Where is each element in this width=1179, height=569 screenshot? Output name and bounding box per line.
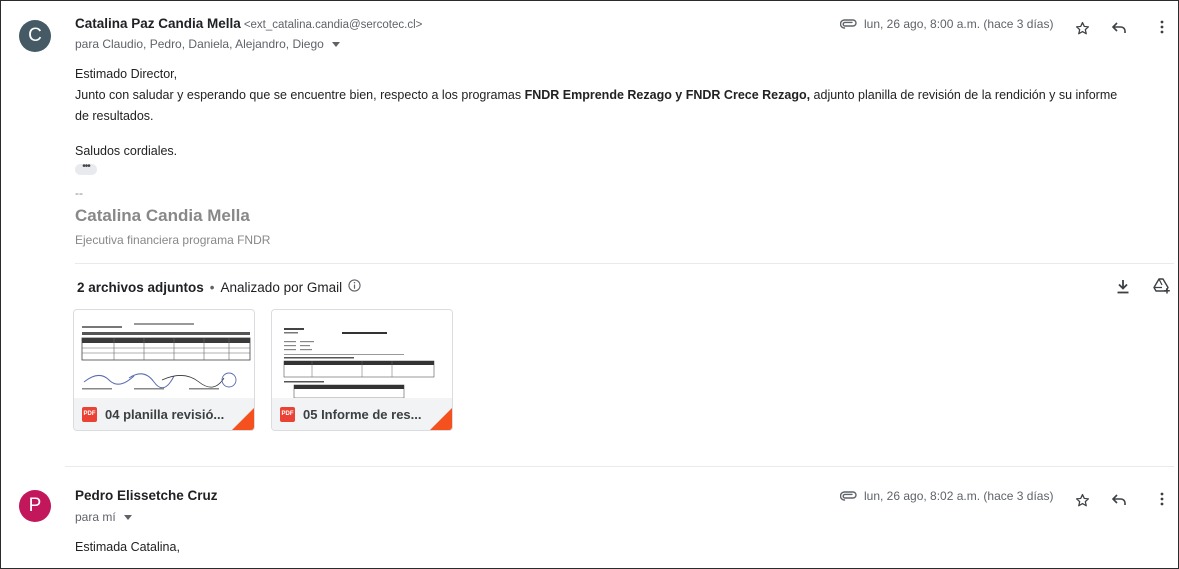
scanned-label: Analizado por Gmail bbox=[220, 279, 343, 295]
download-icon bbox=[1117, 279, 1129, 293]
pdf-icon: PDF bbox=[280, 406, 295, 422]
paperclip-icon bbox=[840, 491, 857, 501]
attachments-header: 2 archivos adjuntos • Analizado por Gmai… bbox=[77, 279, 361, 295]
sender-avatar[interactable]: C bbox=[19, 20, 51, 52]
reply-button[interactable] bbox=[1110, 491, 1128, 509]
more-options-button[interactable] bbox=[1154, 490, 1170, 508]
more-vert-icon bbox=[1160, 20, 1164, 34]
body-text-1: Junto con saludar y esperando que se enc… bbox=[75, 88, 525, 102]
star-button[interactable] bbox=[1073, 19, 1091, 37]
report-thumbnail-graphic bbox=[283, 328, 435, 399]
signature-name: Catalina Candia Mella bbox=[75, 206, 250, 225]
attachment-thumbnail bbox=[272, 310, 452, 399]
show-trimmed-content-button[interactable]: ••• bbox=[75, 162, 97, 175]
message-body-preview: Estimada Catalina, bbox=[75, 540, 180, 554]
chevron-down-icon bbox=[332, 42, 341, 48]
attachment-thumbnail bbox=[74, 310, 254, 398]
avatar-letter: C bbox=[28, 25, 42, 46]
message-meta: lun, 26 ago, 8:02 a.m. (hace 3 días) bbox=[840, 489, 1053, 503]
message-divider bbox=[65, 466, 1174, 467]
reply-icon bbox=[1112, 22, 1126, 33]
message-body: Estimado Director, Junto con saludar y e… bbox=[75, 64, 1170, 127]
download-all-button[interactable] bbox=[1115, 277, 1131, 295]
attachment-footer: PDF 04 planilla revisió... bbox=[74, 398, 254, 430]
sender-line: Catalina Paz Candia Mella <ext_catalina.c… bbox=[75, 16, 422, 31]
paperclip-icon bbox=[840, 19, 857, 29]
info-button[interactable] bbox=[348, 279, 361, 295]
attachment-card[interactable]: PDF 05 Informe de res... bbox=[271, 309, 453, 431]
avatar-letter: P bbox=[28, 495, 42, 516]
corner-fold-icon bbox=[232, 408, 254, 430]
recipients-toggle[interactable]: para Claudio, Pedro, Daniela, Alejandro,… bbox=[75, 37, 341, 51]
attachment-card[interactable]: PDF 04 planilla revisió... bbox=[73, 309, 255, 431]
reply-icon bbox=[1112, 494, 1126, 505]
sender-avatar[interactable]: P bbox=[19, 490, 51, 522]
chevron-down-icon bbox=[124, 515, 133, 521]
add-to-drive-icon bbox=[1153, 278, 1170, 294]
recipients-text: para Claudio, Pedro, Daniela, Alejandro,… bbox=[75, 37, 324, 51]
sender-name[interactable]: Pedro Elissetche Cruz bbox=[75, 488, 218, 503]
body-text-2: adjunto planilla de revisión de la rendi… bbox=[810, 88, 1118, 102]
email-thread: C Catalina Paz Candia Mella <ext_catalina… bbox=[0, 0, 1179, 569]
attachment-footer: PDF 05 Informe de res... bbox=[272, 398, 452, 430]
more-vert-icon bbox=[1160, 492, 1164, 506]
body-paragraph: Junto con saludar y esperando que se enc… bbox=[75, 85, 1170, 106]
more-options-button[interactable] bbox=[1154, 18, 1170, 36]
closing: Saludos cordiales. bbox=[75, 144, 178, 158]
reply-button[interactable] bbox=[1110, 19, 1128, 37]
message-date: lun, 26 ago, 8:02 a.m. (hace 3 días) bbox=[864, 489, 1054, 503]
file-type-label: PDF bbox=[83, 411, 96, 417]
separator-dot: • bbox=[209, 279, 215, 295]
spreadsheet-thumbnail-graphic bbox=[81, 323, 251, 390]
star-button[interactable] bbox=[1073, 491, 1091, 509]
pdf-icon: PDF bbox=[82, 406, 97, 422]
attachments-count: 2 archivos adjuntos bbox=[77, 279, 204, 295]
corner-fold-icon bbox=[430, 408, 452, 430]
recipients-toggle[interactable]: para mí bbox=[75, 510, 133, 524]
sender-name[interactable]: Catalina Paz Candia Mella bbox=[75, 16, 241, 31]
body-line-2: de resultados. bbox=[75, 109, 154, 123]
recipients-text: para mí bbox=[75, 510, 116, 524]
attachments-divider bbox=[75, 263, 1174, 264]
attachment-filename: 04 planilla revisió... bbox=[105, 406, 225, 422]
body-bold-text: FNDR Emprende Rezago y FNDR Crece Rezago… bbox=[524, 88, 811, 102]
save-to-drive-button[interactable] bbox=[1152, 276, 1172, 296]
star-icon bbox=[1075, 21, 1089, 34]
signature-title: Ejecutiva financiera programa FNDR bbox=[75, 233, 271, 247]
message-date: lun, 26 ago, 8:00 a.m. (hace 3 días) bbox=[864, 17, 1054, 31]
attachment-filename: 05 Informe de res... bbox=[303, 406, 422, 422]
star-icon bbox=[1075, 493, 1089, 506]
signature-separator: -- bbox=[75, 186, 83, 200]
info-icon bbox=[348, 279, 361, 292]
sender-email: <ext_catalina.candia@sercotec.cl> bbox=[243, 19, 423, 31]
greeting: Estimado Director, bbox=[75, 67, 178, 81]
file-type-label: PDF bbox=[281, 411, 294, 417]
message-meta: lun, 26 ago, 8:00 a.m. (hace 3 días) bbox=[840, 17, 1053, 31]
